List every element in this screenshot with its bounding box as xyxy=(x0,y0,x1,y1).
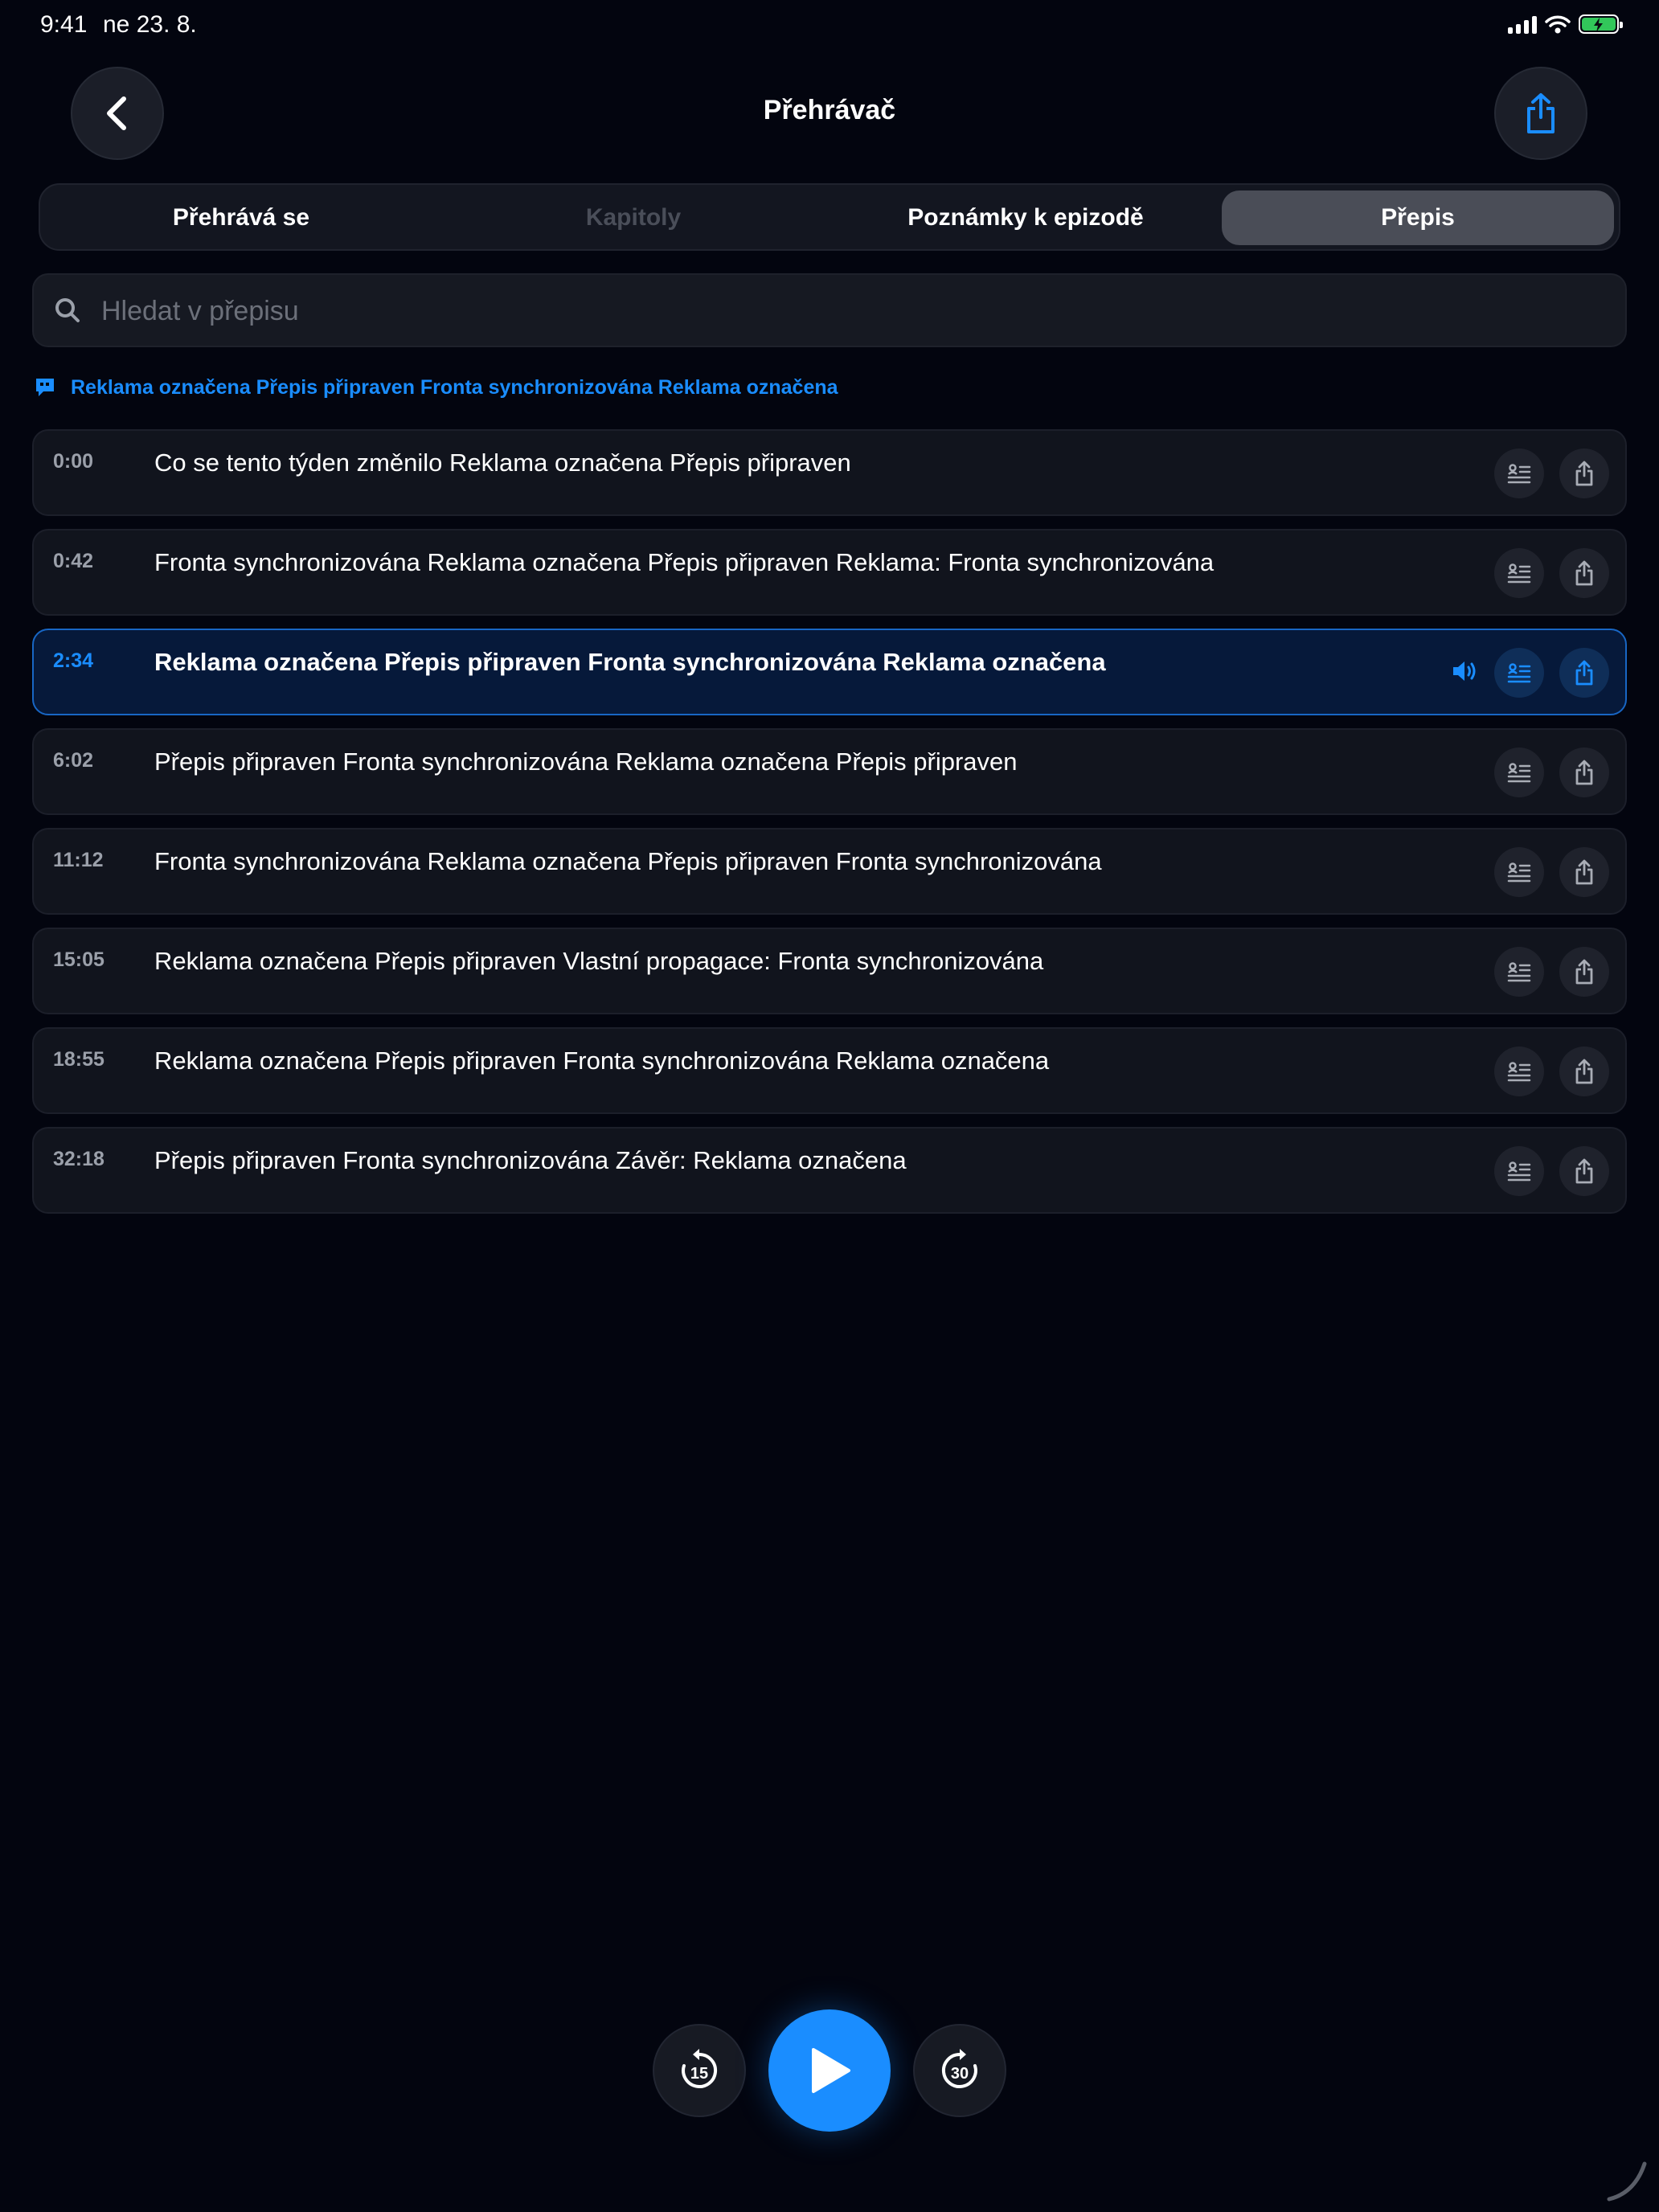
row-share-button[interactable] xyxy=(1559,1047,1609,1096)
speaker-icon xyxy=(1453,662,1476,681)
transcript-bubble-icon xyxy=(36,379,54,396)
row-text: Reklama označena Přepis připraven Fronta… xyxy=(154,1047,1050,1075)
row-bookmark-button[interactable] xyxy=(1494,548,1544,598)
share-icon xyxy=(1575,461,1593,486)
row-timestamp[interactable]: 0:00 xyxy=(53,450,93,473)
share-icon xyxy=(1575,1158,1593,1184)
row-bookmark-button[interactable] xyxy=(1494,1047,1544,1096)
row-bookmark-button[interactable] xyxy=(1494,748,1544,797)
status-icons xyxy=(1508,14,1623,34)
row-timestamp[interactable]: 15:05 xyxy=(53,948,104,972)
row-share-button[interactable] xyxy=(1559,548,1609,598)
bookmark-list-icon xyxy=(1507,663,1531,683)
share-icon xyxy=(1575,959,1593,985)
row-text: Fronta synchronizována Reklama označena … xyxy=(154,548,1215,576)
skip-forward-label: 30 xyxy=(951,2065,969,2083)
transcript-row-active[interactable]: 2:34 Reklama označena Přepis připraven Fr… xyxy=(32,629,1627,715)
transcript-row[interactable]: 6:02 Přepis připraven Fronta synchronizov… xyxy=(32,728,1627,815)
transcript-row[interactable]: 15:05 Reklama označena Přepis připraven V… xyxy=(32,928,1627,1014)
wifi-icon xyxy=(1545,15,1571,34)
bookmark-list-icon xyxy=(1507,464,1531,484)
row-bookmark-button[interactable] xyxy=(1494,449,1544,498)
segmented-tabs: Přehrává se Kapitoly Poznámky k epizodě … xyxy=(39,183,1620,251)
row-timestamp[interactable]: 32:18 xyxy=(53,1148,104,1171)
banner-text: Reklama označena Přepis připraven Fronta… xyxy=(71,375,838,399)
share-icon xyxy=(1575,859,1593,885)
bookmark-list-icon xyxy=(1507,563,1531,584)
transcript-row[interactable]: 32:18 Přepis připraven Fronta synchronizo… xyxy=(32,1127,1627,1214)
transcript-row[interactable]: 0:00 Co se tento týden změnilo Reklama oz… xyxy=(32,429,1627,516)
skip-forward-button[interactable]: 30 xyxy=(913,2024,1006,2117)
tab-prepis[interactable]: Přepis xyxy=(1222,190,1614,245)
search-bar xyxy=(32,273,1627,347)
transcript-row[interactable]: 18:55 Reklama označena Přepis připraven F… xyxy=(32,1027,1627,1114)
bookmark-list-icon xyxy=(1507,1062,1531,1082)
status-date: ne 23. 8. xyxy=(103,11,197,38)
row-share-button[interactable] xyxy=(1559,947,1609,997)
home-indicator-icon xyxy=(1607,2161,1647,2202)
bookmark-list-icon xyxy=(1507,962,1531,982)
row-bookmark-button[interactable] xyxy=(1494,1146,1544,1196)
share-icon xyxy=(1527,93,1555,133)
battery-icon xyxy=(1579,14,1623,34)
row-text: Reklama označena Přepis připraven Fronta… xyxy=(154,648,1106,676)
share-icon xyxy=(1575,760,1593,785)
play-button[interactable] xyxy=(768,2009,891,2132)
play-icon xyxy=(812,2048,850,2093)
bookmark-list-icon xyxy=(1507,763,1531,783)
skip-forward-icon: 30 xyxy=(941,2049,977,2088)
row-timestamp[interactable]: 11:12 xyxy=(53,849,104,872)
row-timestamp[interactable]: 0:42 xyxy=(53,550,93,573)
tab-kapitoly[interactable]: Kapitoly xyxy=(437,190,830,245)
transcript-row[interactable]: 0:42 Fronta synchronizována Reklama označ… xyxy=(32,529,1627,616)
row-timestamp[interactable]: 2:34 xyxy=(53,649,93,673)
row-bookmark-button[interactable] xyxy=(1494,947,1544,997)
row-share-button[interactable] xyxy=(1559,847,1609,897)
row-share-button[interactable] xyxy=(1559,1146,1609,1196)
row-text: Reklama označena Přepis připraven Vlastn… xyxy=(154,947,1044,975)
row-timestamp[interactable]: 6:02 xyxy=(53,749,93,772)
skip-back-icon: 15 xyxy=(682,2049,718,2088)
skip-back-button[interactable]: 15 xyxy=(653,2024,746,2117)
row-share-button[interactable] xyxy=(1559,648,1609,698)
share-button[interactable] xyxy=(1494,67,1587,160)
row-text: Co se tento týden změnilo Reklama označe… xyxy=(154,449,851,477)
bookmark-list-icon xyxy=(1507,1161,1531,1182)
cellular-signal-icon xyxy=(1508,14,1537,34)
transcript-banner: Reklama označena Přepis připraven Fronta… xyxy=(34,375,838,400)
row-bookmark-button[interactable] xyxy=(1494,847,1544,897)
transcript-row[interactable]: 11:12 Fronta synchronizována Reklama ozna… xyxy=(32,828,1627,915)
row-timestamp[interactable]: 18:55 xyxy=(53,1048,104,1071)
tab-prehrava-se[interactable]: Přehrává se xyxy=(45,190,437,245)
skip-back-label: 15 xyxy=(690,2065,708,2083)
row-bookmark-button[interactable] xyxy=(1494,648,1544,698)
share-icon xyxy=(1575,1059,1593,1084)
share-icon xyxy=(1575,560,1593,586)
tab-poznamky[interactable]: Poznámky k epizodě xyxy=(830,190,1222,245)
search-icon xyxy=(55,298,80,322)
status-time: 9:41 xyxy=(40,11,88,38)
row-text: Přepis připraven Fronta synchronizována … xyxy=(154,748,1018,776)
search-input[interactable] xyxy=(100,275,1598,347)
share-icon xyxy=(1575,660,1593,686)
page-title: Přehrávač xyxy=(763,95,896,125)
status-bar: 9:41 ne 23. 8. xyxy=(0,0,1659,51)
row-share-button[interactable] xyxy=(1559,449,1609,498)
row-text: Fronta synchronizována Reklama označena … xyxy=(154,847,1102,875)
bookmark-list-icon xyxy=(1507,862,1531,883)
row-text: Přepis připraven Fronta synchronizována … xyxy=(154,1146,907,1174)
row-share-button[interactable] xyxy=(1559,748,1609,797)
